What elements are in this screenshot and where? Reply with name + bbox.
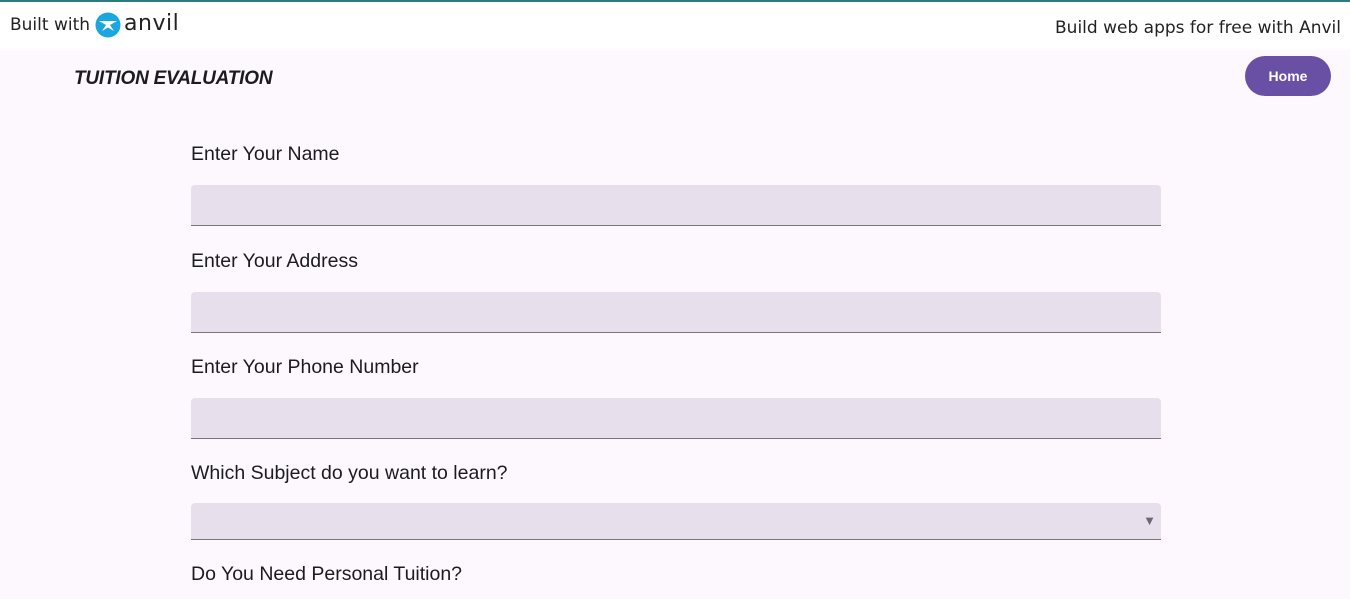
subject-label: Which Subject do you want to learn? [191,462,508,484]
built-with-text: Built with [10,15,91,35]
address-label: Enter Your Address [191,250,358,272]
build-free-link[interactable]: Build web apps for free with Anvil [1055,18,1341,38]
built-with-anvil-link[interactable]: Built with anvil [10,12,179,38]
page-title: TUITION EVALUATION [74,68,273,89]
name-input[interactable] [191,185,1161,226]
dropdown-arrow-icon: ▼ [1143,513,1156,528]
personal-tuition-label: Do You Need Personal Tuition? [191,563,463,585]
anvil-wordmark: anvil [124,10,180,36]
name-label: Enter Your Name [191,143,340,165]
home-button[interactable]: Home [1245,56,1331,96]
address-input[interactable] [191,292,1161,333]
anvil-banner: Built with anvil Build web apps for free… [0,0,1350,50]
anvil-logo: anvil [95,12,179,38]
phone-label: Enter Your Phone Number [191,356,419,378]
anvil-logo-icon [95,12,121,38]
phone-input[interactable] [191,398,1161,439]
subject-dropdown[interactable]: ▼ [191,503,1161,540]
